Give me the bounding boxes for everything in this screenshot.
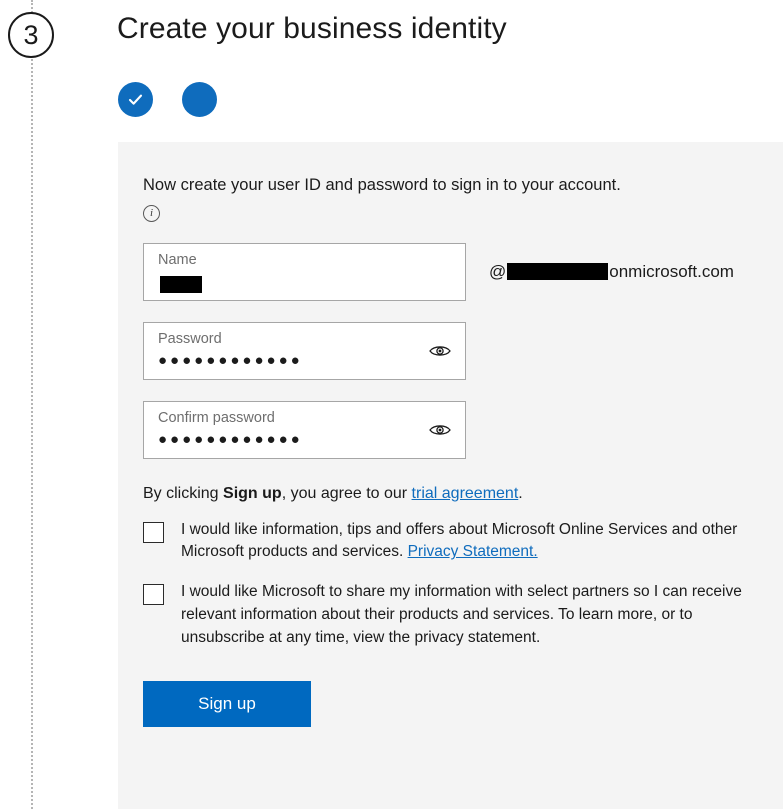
- step-rail: 3: [0, 0, 110, 809]
- marketing-consent-row: I would like information, tips and offer…: [143, 519, 743, 565]
- completed-step-dot[interactable]: [118, 82, 153, 117]
- name-field-row: Name @ onmicrosoft.com: [143, 242, 783, 301]
- partner-sharing-consent-row: I would like Microsoft to share my infor…: [143, 581, 743, 649]
- marketing-consent-label: I would like information, tips and offer…: [181, 519, 743, 565]
- partner-sharing-consent-checkbox[interactable]: [143, 584, 164, 606]
- step-rail-dotted-line: [31, 0, 33, 809]
- confirm-password-field[interactable]: Confirm password ●●●●●●●●●●●●: [143, 400, 466, 459]
- at-symbol: @: [489, 261, 507, 281]
- password-field-row: Password ●●●●●●●●●●●●: [143, 321, 783, 380]
- name-field[interactable]: Name: [143, 242, 466, 301]
- check-icon: [126, 90, 145, 109]
- privacy-statement-link[interactable]: Privacy Statement.: [408, 543, 538, 560]
- name-field-label: Name: [158, 251, 197, 268]
- terms-middle: , you agree to our: [281, 484, 412, 502]
- terms-prefix: By clicking: [143, 484, 224, 502]
- terms-suffix: .: [518, 484, 523, 502]
- password-field-value: ●●●●●●●●●●●●: [158, 351, 303, 369]
- confirm-password-field-label: Confirm password: [158, 409, 275, 426]
- marketing-consent-checkbox[interactable]: [143, 521, 164, 543]
- partner-sharing-consent-label: I would like Microsoft to share my infor…: [181, 583, 742, 646]
- password-field[interactable]: Password ●●●●●●●●●●●●: [143, 321, 466, 380]
- signup-panel: Now create your user ID and password to …: [118, 142, 783, 809]
- sign-up-button[interactable]: Sign up: [143, 680, 311, 727]
- panel-intro-text: Now create your user ID and password to …: [143, 176, 621, 194]
- domain-suffix: @ onmicrosoft.com: [489, 262, 734, 282]
- domain-redacted-segment: [507, 263, 609, 281]
- eye-icon[interactable]: [429, 343, 451, 359]
- eye-icon[interactable]: [429, 422, 451, 438]
- name-field-redacted-value: [160, 275, 202, 293]
- confirm-password-field-value: ●●●●●●●●●●●●: [158, 430, 303, 448]
- trial-agreement-link[interactable]: trial agreement: [412, 485, 519, 502]
- info-icon[interactable]: i: [143, 204, 160, 222]
- confirm-password-field-row: Confirm password ●●●●●●●●●●●●: [143, 400, 783, 459]
- current-step-dot[interactable]: [182, 82, 217, 117]
- step-number-badge: 3: [8, 12, 54, 58]
- terms-notice: By clicking Sign up, you agree to our tr…: [143, 485, 783, 503]
- progress-indicator: [118, 82, 217, 117]
- page-title: Create your business identity: [117, 12, 507, 45]
- terms-bold-action: Sign up: [223, 484, 282, 502]
- password-field-label: Password: [158, 330, 222, 347]
- domain-suffix-text: onmicrosoft.com: [609, 261, 734, 281]
